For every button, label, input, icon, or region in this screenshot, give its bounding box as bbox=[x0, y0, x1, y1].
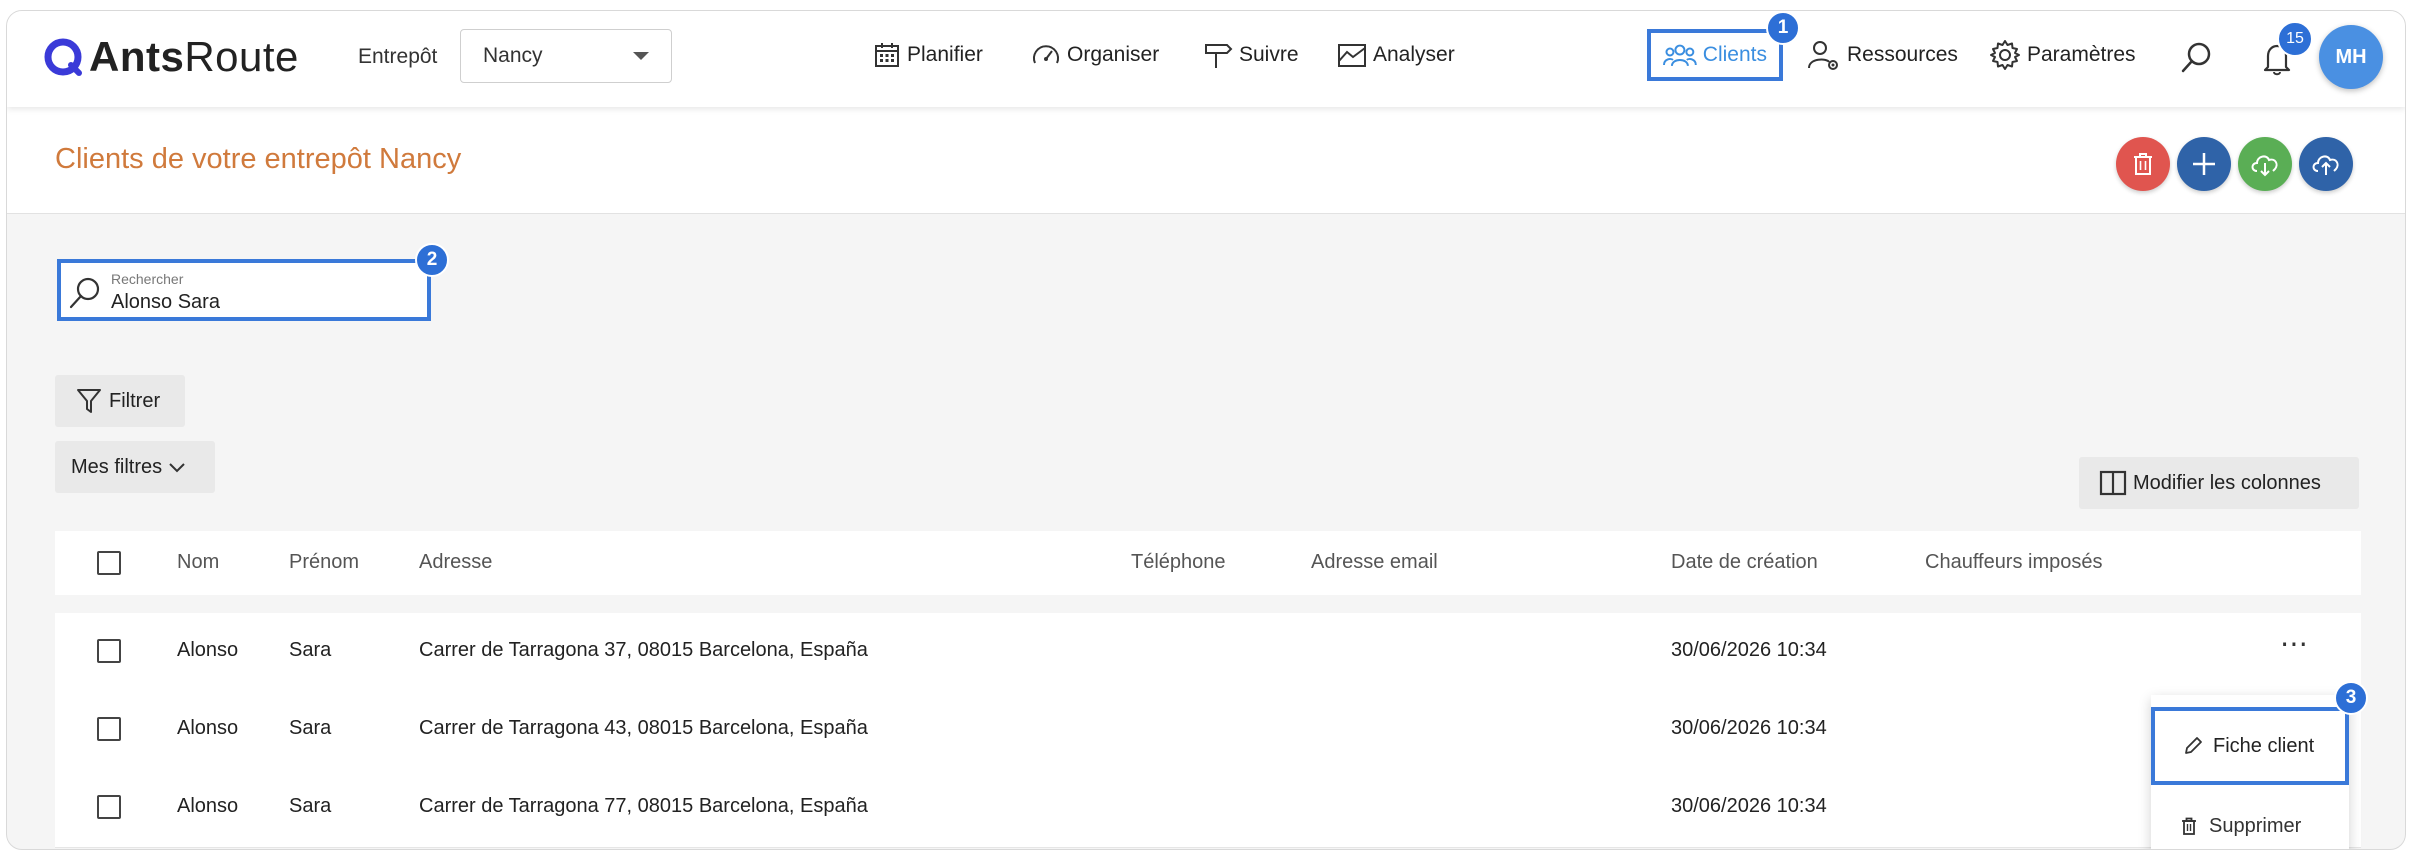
column-header-email[interactable]: Adresse email bbox=[1311, 551, 1438, 574]
column-header-chauffeurs[interactable]: Chauffeurs imposés bbox=[1925, 551, 2103, 574]
cell-adresse: Carrer de Tarragona 77, 08015 Barcelona,… bbox=[419, 795, 868, 817]
avatar[interactable]: MH bbox=[2319, 25, 2383, 89]
nav-parametres[interactable]: Paramètres bbox=[1989, 29, 2136, 81]
user-gear-icon bbox=[1808, 41, 1838, 70]
top-navbar: AntsRoute Entrepôt Nancy Planifier Organ… bbox=[7, 11, 2405, 107]
nav-parametres-label: Paramètres bbox=[2027, 43, 2136, 66]
pencil-icon bbox=[2185, 737, 2202, 754]
nav-organiser[interactable]: Organiser bbox=[1031, 29, 1159, 81]
add-client-button[interactable] bbox=[2177, 137, 2231, 191]
notification-badge: 15 bbox=[2277, 21, 2313, 57]
search-icon bbox=[2181, 42, 2211, 73]
logo[interactable]: AntsRoute bbox=[43, 33, 299, 81]
table-row[interactable]: Alonso Sara Carrer de Tarragona 37, 0801… bbox=[55, 613, 2361, 692]
column-header-date[interactable]: Date de création bbox=[1671, 551, 1818, 574]
cell-nom: Alonso bbox=[177, 717, 239, 739]
nav-organiser-label: Organiser bbox=[1067, 43, 1160, 66]
plus-icon bbox=[2193, 153, 2215, 175]
my-filters-label: Mes filtres bbox=[71, 455, 163, 478]
nav-clients[interactable]: Clients bbox=[1647, 29, 1783, 81]
filter-button-label: Filtrer bbox=[109, 389, 161, 412]
nav-suivre-label: Suivre bbox=[1239, 43, 1299, 66]
filter-button[interactable]: Filtrer bbox=[55, 375, 185, 427]
cell-nom: Alonso bbox=[177, 795, 239, 817]
page-title: Clients de votre entrepôt Nancy bbox=[55, 143, 462, 175]
row-checkbox[interactable] bbox=[97, 639, 121, 663]
search-value: Alonso Sara bbox=[111, 291, 220, 313]
step-marker-2: 2 bbox=[415, 243, 449, 277]
step-marker-1: 1 bbox=[1766, 11, 1800, 45]
cell-date: 30/06/2026 10:34 bbox=[1671, 717, 1827, 739]
nav-planifier[interactable]: Planifier bbox=[873, 29, 983, 81]
menu-item-fiche-client[interactable]: Fiche client bbox=[2151, 707, 2349, 785]
nav-ressources[interactable]: Ressources bbox=[1807, 29, 1958, 81]
app-window: AntsRoute Entrepôt Nancy Planifier Organ… bbox=[6, 10, 2406, 850]
signpost-icon bbox=[1205, 44, 1233, 68]
cloud-upload-icon bbox=[2312, 155, 2339, 175]
table-header: Nom Prénom Adresse Téléphone Adresse ema… bbox=[55, 531, 2361, 595]
nav-analyser-label: Analyser bbox=[1373, 43, 1455, 66]
edit-columns-button[interactable]: Modifier les colonnes bbox=[2079, 457, 2359, 509]
nav-clients-label: Clients bbox=[1702, 43, 1767, 66]
menu-item-fiche-client-label: Fiche client bbox=[2213, 734, 2315, 757]
page-header: Clients de votre entrepôt Nancy bbox=[7, 107, 2405, 214]
logo-text: AntsRoute bbox=[89, 33, 299, 80]
row-checkbox[interactable] bbox=[97, 717, 121, 741]
cell-prenom: Sara bbox=[289, 639, 332, 661]
import-clients-button[interactable] bbox=[2238, 137, 2292, 191]
my-filters-dropdown[interactable]: Mes filtres bbox=[55, 441, 215, 493]
search-button[interactable] bbox=[2179, 39, 2215, 75]
cell-adresse: Carrer de Tarragona 43, 08015 Barcelona,… bbox=[419, 717, 868, 739]
select-all-checkbox[interactable] bbox=[97, 551, 121, 575]
trash-icon bbox=[2182, 817, 2196, 835]
table-row[interactable]: Alonso Sara Carrer de Tarragona 77, 0801… bbox=[55, 769, 2361, 848]
columns-icon bbox=[2099, 470, 2127, 496]
gear-icon bbox=[1990, 40, 2020, 70]
menu-item-supprimer[interactable]: Supprimer bbox=[2151, 787, 2349, 849]
cell-prenom: Sara bbox=[289, 717, 332, 739]
step-marker-3: 3 bbox=[2334, 681, 2368, 715]
nav-planifier-label: Planifier bbox=[907, 43, 983, 66]
funnel-icon bbox=[77, 389, 101, 413]
cell-nom: Alonso bbox=[177, 639, 239, 661]
edit-columns-label: Modifier les colonnes bbox=[2133, 471, 2321, 494]
row-actions-menu-icon[interactable]: ⋯ bbox=[2280, 627, 2309, 660]
warehouse-select-value: Nancy bbox=[483, 44, 543, 67]
search-field[interactable]: Rechercher Alonso Sara bbox=[57, 259, 431, 321]
warehouse-label: Entrepôt bbox=[358, 45, 438, 68]
chevron-down-icon bbox=[169, 463, 185, 473]
table-row[interactable]: Alonso Sara Carrer de Tarragona 43, 0801… bbox=[55, 691, 2361, 770]
row-actions-menu: Fiche client Supprimer bbox=[2151, 695, 2349, 849]
cell-prenom: Sara bbox=[289, 795, 332, 817]
search-placeholder: Rechercher bbox=[111, 271, 184, 287]
column-header-adresse[interactable]: Adresse bbox=[419, 551, 492, 574]
column-header-prenom[interactable]: Prénom bbox=[289, 551, 359, 574]
caret-down-icon bbox=[633, 52, 649, 60]
row-checkbox[interactable] bbox=[97, 795, 121, 819]
nav-suivre[interactable]: Suivre bbox=[1203, 29, 1299, 81]
delete-clients-button[interactable] bbox=[2116, 137, 2170, 191]
trash-icon bbox=[2134, 153, 2152, 175]
nav-ressources-label: Ressources bbox=[1847, 43, 1958, 66]
cell-date: 30/06/2026 10:34 bbox=[1671, 795, 1827, 817]
antsroute-logo-icon bbox=[44, 38, 82, 76]
cloud-download-icon bbox=[2251, 155, 2278, 177]
dashboard-gauge-icon bbox=[1033, 45, 1059, 64]
menu-item-supprimer-label: Supprimer bbox=[2209, 814, 2302, 837]
chart-area-icon bbox=[1338, 44, 1366, 67]
column-header-telephone[interactable]: Téléphone bbox=[1131, 551, 1226, 574]
nav-analyser[interactable]: Analyser bbox=[1337, 29, 1455, 81]
calendar-icon bbox=[875, 43, 899, 67]
cell-adresse: Carrer de Tarragona 37, 08015 Barcelona,… bbox=[419, 639, 868, 661]
export-clients-button[interactable] bbox=[2299, 137, 2353, 191]
warehouse-select[interactable]: Nancy bbox=[460, 29, 672, 83]
cell-date: 30/06/2026 10:34 bbox=[1671, 639, 1827, 661]
column-header-nom[interactable]: Nom bbox=[177, 551, 219, 574]
users-group-icon bbox=[1663, 44, 1697, 67]
search-icon bbox=[69, 277, 100, 309]
